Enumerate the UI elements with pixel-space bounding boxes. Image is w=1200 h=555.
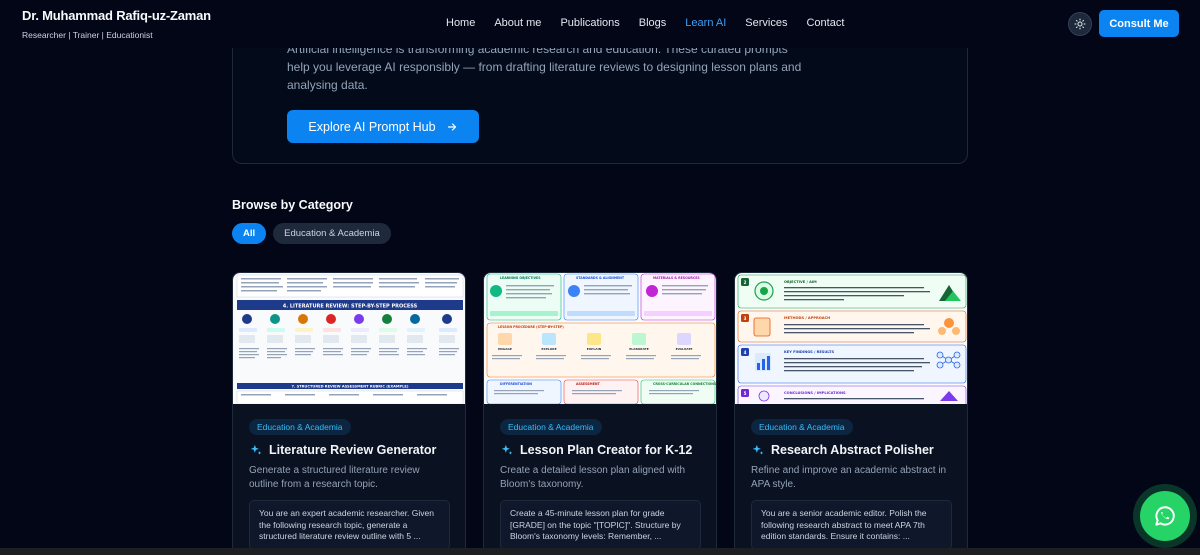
card-thumbnail: LEARNING OBJECTIVES STANDARDS & ALIGNMEN…	[484, 273, 717, 404]
thumb-title-conclusions: CONCLUSIONS / IMPLICATIONS	[784, 391, 846, 395]
consult-me-button[interactable]: Consult Me	[1099, 10, 1179, 37]
bottom-scrollbar	[0, 548, 1200, 555]
nav-link-learn-ai[interactable]: Learn AI	[685, 17, 726, 29]
thumb-section-objectives: LEARNING OBJECTIVES	[500, 276, 541, 280]
prompt-preview[interactable]: Create a 45-minute lesson plan for grade…	[500, 500, 701, 550]
card-description: Generate a structured literature review …	[249, 465, 420, 490]
thumb-section-cross-curricular: CROSS-CURRICULAR CONNECTIONS	[653, 382, 717, 386]
whatsapp-button-inner[interactable]	[1140, 491, 1190, 541]
prompt-card-abstract-polisher[interactable]: 2 3 4 5 OBJECTIVE / AIM METHODS / APPROA…	[734, 272, 968, 555]
category-tag: Education & Academia	[500, 419, 602, 435]
card-title[interactable]: Literature Review Generator	[249, 443, 436, 457]
prompt-card-lesson-plan[interactable]: LEARNING OBJECTIVES STANDARDS & ALIGNMEN…	[483, 272, 717, 555]
category-chips: All Education & Academia	[232, 223, 391, 244]
thumb-title-objective: OBJECTIVE / AIM	[784, 280, 817, 284]
nav-link-home[interactable]: Home	[446, 17, 475, 29]
nav-link-services[interactable]: Services	[745, 17, 787, 29]
card-title-text: Lesson Plan Creator for K-12	[520, 443, 693, 457]
thumb-num-2: 2	[744, 280, 747, 285]
thumb-footer: 7. STRUCTURED REVIEW ASSESSMENT RUBRIC (…	[292, 385, 409, 389]
nav-link-publications[interactable]: Publications	[560, 17, 619, 29]
sparkles-icon	[501, 444, 513, 455]
explore-prompt-hub-button[interactable]: Explore AI Prompt Hub	[287, 110, 479, 143]
thumb-section-standards: STANDARDS & ALIGNMENT	[576, 276, 625, 280]
whatsapp-float-button[interactable]	[1133, 484, 1197, 548]
arrow-right-icon	[447, 122, 456, 131]
thumb-section-assessment: ASSESSMENT	[576, 382, 601, 386]
sparkles-icon	[250, 444, 262, 455]
thumb-step-explain: EXPLAIN	[587, 347, 602, 351]
whatsapp-icon	[1155, 506, 1175, 526]
thumb-num-4: 4	[744, 350, 747, 355]
card-title[interactable]: Lesson Plan Creator for K-12	[500, 443, 692, 457]
thumb-section-differentiation: DIFFERENTIATION	[500, 382, 532, 386]
category-tag: Education & Academia	[249, 419, 351, 435]
thumb-num-3: 3	[744, 316, 747, 321]
thumb-title-findings: KEY FINDINGS / RESULTS	[784, 350, 834, 354]
prompt-preview[interactable]: You are an expert academic researcher. G…	[249, 500, 450, 550]
thumb-step-explore: EXPLORE	[541, 347, 556, 351]
hero-description: Artificial intelligence is transforming …	[287, 42, 802, 92]
thumb-step-elaborate: ELABORATE	[629, 347, 649, 351]
prompt-preview[interactable]: You are a senior academic editor. Polish…	[751, 500, 952, 550]
card-title-text: Research Abstract Polisher	[771, 443, 934, 457]
sun-icon	[1074, 18, 1086, 30]
thumb-title-methods: METHODS / APPROACH	[784, 316, 830, 320]
card-title[interactable]: Research Abstract Polisher	[751, 443, 934, 457]
card-description: Refine and improve an academic abstract …	[751, 465, 947, 490]
brand-subtitle: Researcher | Trainer | Educationist	[22, 30, 153, 40]
chip-all[interactable]: All	[232, 223, 267, 244]
sparkles-icon	[752, 444, 764, 455]
thumb-step-evaluate: EVALUATE	[676, 347, 693, 351]
card-description: Create a detailed lesson plan aligned wi…	[500, 465, 686, 490]
top-navbar: Dr. Muhammad Rafiq-uz-Zaman Researcher |…	[0, 0, 1200, 48]
card-thumbnail: 2 3 4 5 OBJECTIVE / AIM METHODS / APPROA…	[735, 273, 967, 404]
thumb-section-materials: MATERIALS & RESOURCES	[653, 276, 700, 280]
thumb-heading: 4. LITERATURE REVIEW: STEP-BY-STEP PROCE…	[283, 304, 418, 310]
category-tag: Education & Academia	[751, 419, 853, 435]
nav-links: Home About me Publications Blogs Learn A…	[446, 17, 863, 29]
card-thumbnail: 4. LITERATURE REVIEW: STEP-BY-STEP PROCE…	[233, 273, 465, 404]
browse-by-category-heading: Browse by Category	[232, 198, 353, 212]
thumb-num-5: 5	[744, 391, 747, 396]
theme-toggle-button[interactable]	[1068, 12, 1092, 36]
nav-link-blogs[interactable]: Blogs	[639, 17, 667, 29]
prompt-card-literature-review[interactable]: 4. LITERATURE REVIEW: STEP-BY-STEP PROCE…	[232, 272, 466, 555]
nav-link-contact[interactable]: Contact	[806, 17, 844, 29]
thumb-step-engage: ENGAGE	[498, 347, 512, 351]
thumb-section-procedure: LESSON PROCEDURE (STEP-BY-STEP)	[498, 325, 564, 329]
brand-name[interactable]: Dr. Muhammad Rafiq-uz-Zaman	[22, 8, 211, 23]
chip-education-academia[interactable]: Education & Academia	[273, 223, 391, 244]
nav-link-about[interactable]: About me	[494, 17, 541, 29]
explore-button-label: Explore AI Prompt Hub	[308, 119, 436, 134]
card-title-text: Literature Review Generator	[269, 443, 437, 457]
